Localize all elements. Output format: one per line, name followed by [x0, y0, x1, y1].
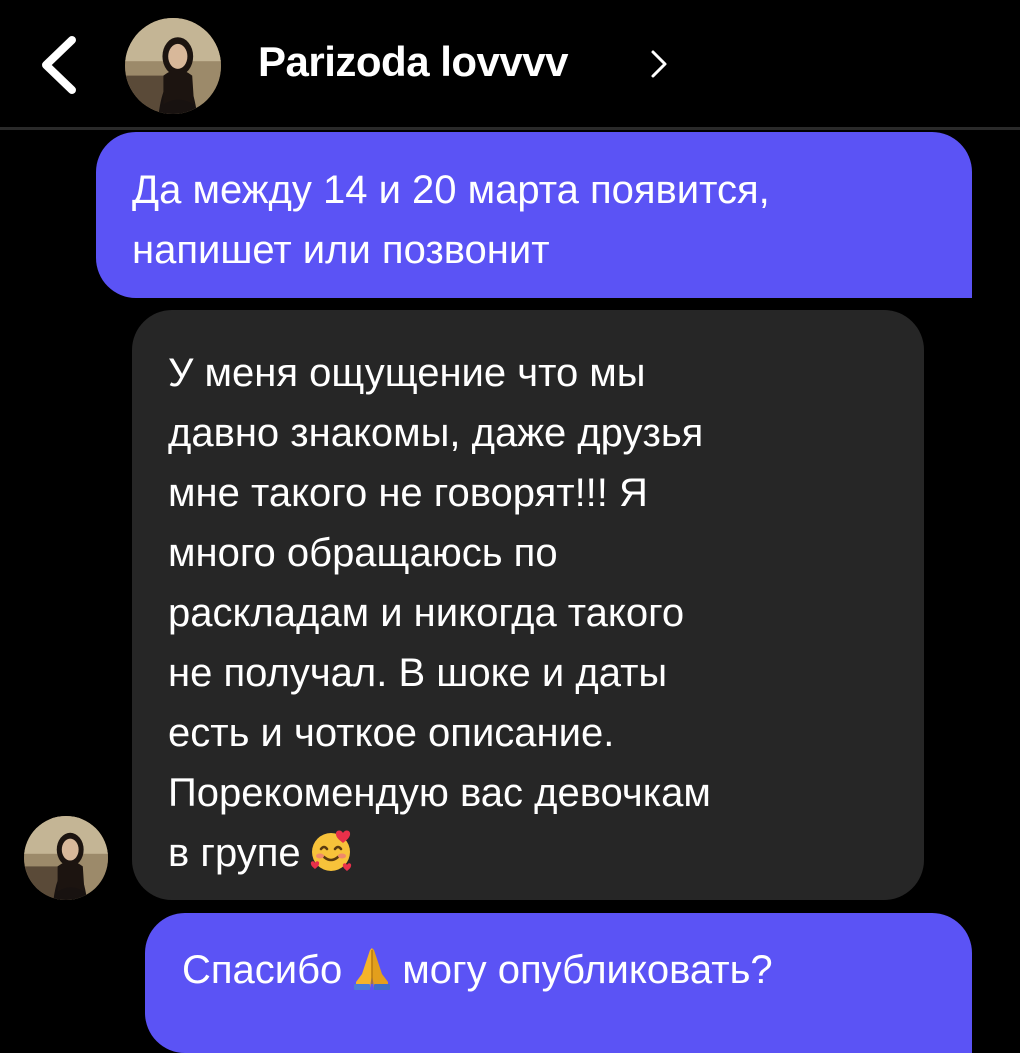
folded-hands-icon [348, 944, 396, 992]
message-line: давно знакомы, даже друзья [168, 411, 704, 455]
message-line: Да между 14 и 20 марта появится, [132, 168, 770, 212]
incoming-message-bubble[interactable]: У меня ощущение что мы давно знакомы, да… [132, 310, 924, 900]
chat-header: Parizoda lovvvv [0, 0, 1020, 130]
contact-avatar[interactable] [125, 18, 221, 114]
message-line: Порекомендую вас девочкам [168, 771, 711, 815]
message-line: не получал. В шоке и даты [168, 651, 668, 695]
message-line: раскладам и никогда такого [168, 591, 685, 635]
message-line-last: в групе [168, 823, 888, 883]
smiling-face-with-hearts-icon [307, 827, 355, 875]
outgoing-message-bubble[interactable]: Да между 14 и 20 марта появится, напишет… [96, 132, 972, 298]
chevron-left-icon [42, 36, 76, 94]
message-line: У меня ощущение что мы [168, 351, 646, 395]
avatar-image [24, 816, 108, 900]
message-text: могу опубликовать? [402, 948, 773, 992]
outgoing-message-bubble[interactable]: Спасибо могу опубликовать? [145, 913, 972, 1053]
contact-name[interactable]: Parizoda lovvvv [258, 38, 568, 86]
sender-avatar[interactable] [24, 816, 108, 900]
message-text: в групе [168, 831, 301, 875]
avatar-image [125, 18, 221, 114]
back-button[interactable] [30, 30, 90, 100]
message-text: Спасибо [182, 948, 343, 992]
message-line: есть и чоткое описание. [168, 711, 615, 755]
message-line: напишет или позвонит [132, 228, 550, 272]
message-line: много обращаюсь по [168, 531, 558, 575]
chevron-right-icon[interactable] [648, 46, 670, 82]
message-line: Спасибо могу опубликовать? [182, 940, 936, 1000]
message-line: мне такого не говорят!!! Я [168, 471, 648, 515]
